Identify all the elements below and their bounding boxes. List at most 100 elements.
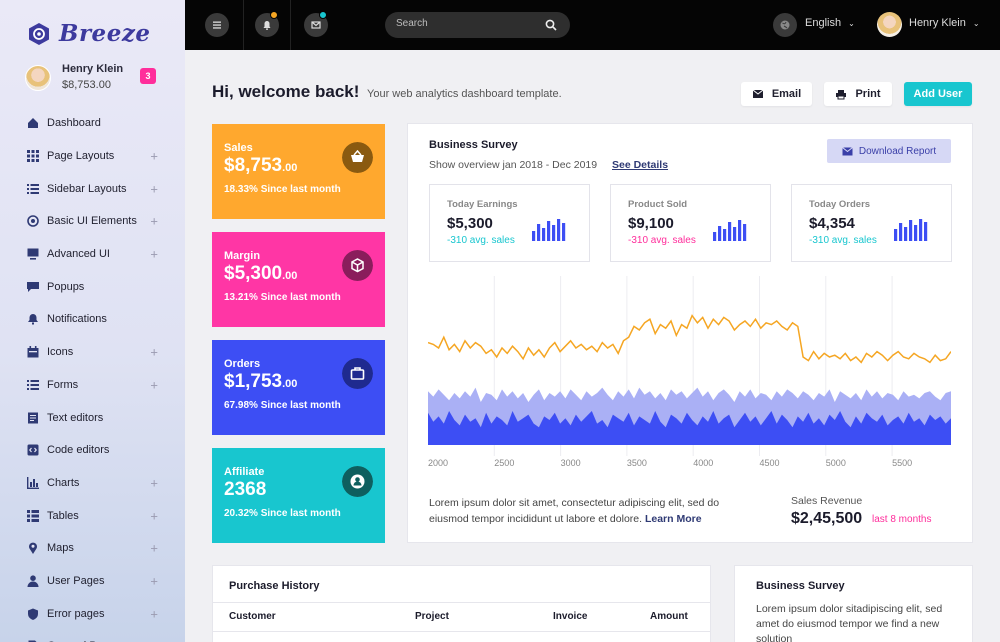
- messages-button[interactable]: [304, 11, 328, 37]
- sidebar-item-charts[interactable]: Charts +: [0, 467, 185, 500]
- plus-icon[interactable]: +: [150, 475, 158, 490]
- plus-icon[interactable]: +: [150, 181, 158, 196]
- learn-more-link[interactable]: Learn More: [645, 513, 702, 525]
- sidebar-profile[interactable]: Henry Klein $8,753.00 3: [25, 63, 175, 93]
- mini-bar: [547, 221, 551, 241]
- sidebar-item-user-pages[interactable]: User Pages +: [0, 565, 185, 598]
- x-tick-label: 3000: [560, 458, 581, 468]
- search-icon[interactable]: [545, 19, 557, 31]
- sidebar-item-label: Charts: [47, 476, 80, 489]
- add-user-button[interactable]: Add User: [904, 82, 972, 106]
- sidebar-item-page-layouts[interactable]: Page Layouts +: [0, 140, 185, 173]
- stat-title: Sales: [224, 142, 253, 154]
- sales-revenue-value: $2,45,500: [791, 510, 863, 527]
- language-select[interactable]: English ⌄: [805, 17, 855, 29]
- language-label: English: [805, 17, 842, 29]
- user-avatar[interactable]: [877, 12, 902, 37]
- stat-card-orders[interactable]: Orders $1,753.00 67.98% Since last month: [212, 340, 385, 435]
- sidebar-item-icons[interactable]: Icons +: [0, 336, 185, 369]
- sidebar-item-basic-ui-elements[interactable]: Basic UI Elements +: [0, 205, 185, 238]
- sidebar-item-tables[interactable]: Tables +: [0, 499, 185, 532]
- sidebar-item-label: Text editors: [47, 411, 104, 424]
- sidebar-item-label: Error pages: [47, 607, 105, 620]
- metric-sub: -310 avg. sales: [447, 235, 515, 246]
- stat-value-main: $5,300: [224, 263, 283, 284]
- purchase-history-title: Purchase History: [229, 580, 320, 592]
- user-icon: [27, 575, 39, 587]
- user-menu[interactable]: Henry Klein ⌄: [909, 17, 980, 29]
- sidebar-item-code-editors[interactable]: Code editors: [0, 434, 185, 467]
- mini-bar-chart: [894, 219, 928, 241]
- add-user-label: Add User: [913, 88, 963, 100]
- metric-value: $4,354: [809, 215, 855, 232]
- metric-card-today-earnings[interactable]: Today Earnings $5,300 -310 avg. sales: [429, 184, 590, 262]
- mini-bar-chart: [532, 219, 566, 241]
- sidebar-item-error-pages[interactable]: Error pages +: [0, 597, 185, 630]
- profile-balance: $8,753.00: [62, 79, 111, 91]
- sidebar-item-sidebar-layouts[interactable]: Sidebar Layouts +: [0, 172, 185, 205]
- notifications-button[interactable]: [255, 11, 279, 37]
- plus-icon[interactable]: +: [150, 541, 158, 556]
- hamburger-icon: [213, 21, 221, 29]
- sidebar-item-general-pages[interactable]: General Pages+: [0, 630, 185, 642]
- stat-card-sales[interactable]: Sales $8,753.00 18.33% Since last month: [212, 124, 385, 219]
- mini-bar: [738, 220, 742, 241]
- survey-subtitle: Show overview jan 2018 - Dec 2019: [429, 159, 598, 171]
- metric-sub: -310 avg. sales: [628, 235, 696, 246]
- profile-name: Henry Klein: [62, 63, 124, 75]
- plus-icon[interactable]: +: [150, 345, 158, 360]
- email-button[interactable]: Email: [741, 82, 812, 106]
- see-details-link[interactable]: See Details: [612, 159, 668, 171]
- column-header-invoice[interactable]: Invoice: [553, 611, 587, 622]
- plus-icon[interactable]: +: [150, 214, 158, 229]
- mini-bar: [733, 227, 737, 241]
- metric-card-today-orders[interactable]: Today Orders $4,354 -310 avg. sales: [791, 184, 952, 262]
- logo-icon: [29, 22, 49, 45]
- mini-bar: [542, 228, 546, 241]
- mini-bar: [723, 229, 727, 241]
- stat-card-affiliate[interactable]: Affiliate 2368 20.32% Since last month: [212, 448, 385, 543]
- sidebar-item-label: Tables: [47, 509, 79, 522]
- language-button[interactable]: [773, 13, 797, 37]
- x-tick-label: 4000: [693, 458, 714, 468]
- plus-icon[interactable]: +: [150, 377, 158, 392]
- stat-value-main: $8,753: [224, 155, 283, 176]
- list-icon: [27, 183, 39, 194]
- stat-value: 2368: [224, 479, 266, 501]
- brand[interactable]: Breeze: [27, 20, 151, 47]
- menu-toggle-button[interactable]: [205, 13, 229, 37]
- metric-sub: -310 avg. sales: [809, 235, 877, 246]
- plus-icon[interactable]: +: [150, 149, 158, 164]
- stat-card-margin[interactable]: Margin $5,300.00 13.21% Since last month: [212, 232, 385, 327]
- stat-value-main: $1,753: [224, 371, 283, 392]
- metric-card-product-sold[interactable]: Product Sold $9,100 -310 avg. sales: [610, 184, 771, 262]
- mini-bar: [924, 222, 928, 241]
- shield-icon: [28, 608, 38, 620]
- sidebar-item-forms[interactable]: Forms +: [0, 369, 185, 402]
- sidebar-item-popups[interactable]: Popups: [0, 270, 185, 303]
- plus-icon[interactable]: +: [150, 247, 158, 262]
- list-icon: [27, 379, 39, 390]
- page-subtitle: Your web analytics dashboard template.: [367, 88, 562, 100]
- stat-title: Affiliate: [224, 466, 265, 478]
- column-header-customer[interactable]: Customer: [229, 611, 276, 622]
- survey2-text: Lorem ipsum dolor sitadipiscing elit, se…: [756, 603, 943, 642]
- sidebar-item-dashboard[interactable]: Dashboard: [0, 107, 185, 140]
- grid-icon: [27, 150, 39, 163]
- download-report-button[interactable]: Download Report: [827, 139, 951, 163]
- plus-icon[interactable]: +: [150, 606, 158, 621]
- search-bar[interactable]: [385, 12, 570, 38]
- column-header-project[interactable]: Project: [415, 611, 449, 622]
- metric-title: Today Earnings: [447, 199, 518, 210]
- plus-icon[interactable]: +: [150, 573, 158, 588]
- column-header-amount[interactable]: Amount: [650, 611, 688, 622]
- print-button[interactable]: Print: [824, 82, 892, 106]
- sidebar-item-text-editors[interactable]: Text editors: [0, 401, 185, 434]
- sidebar-item-notifications[interactable]: Notifications: [0, 303, 185, 336]
- sidebar-item-advanced-ui[interactable]: Advanced UI +: [0, 238, 185, 271]
- search-input[interactable]: [396, 18, 536, 29]
- plus-icon[interactable]: +: [150, 508, 158, 523]
- stat-change: 20.32% Since last month: [224, 508, 341, 519]
- sidebar-item-maps[interactable]: Maps +: [0, 532, 185, 565]
- topbar: English ⌄ Henry Klein ⌄: [185, 0, 1000, 50]
